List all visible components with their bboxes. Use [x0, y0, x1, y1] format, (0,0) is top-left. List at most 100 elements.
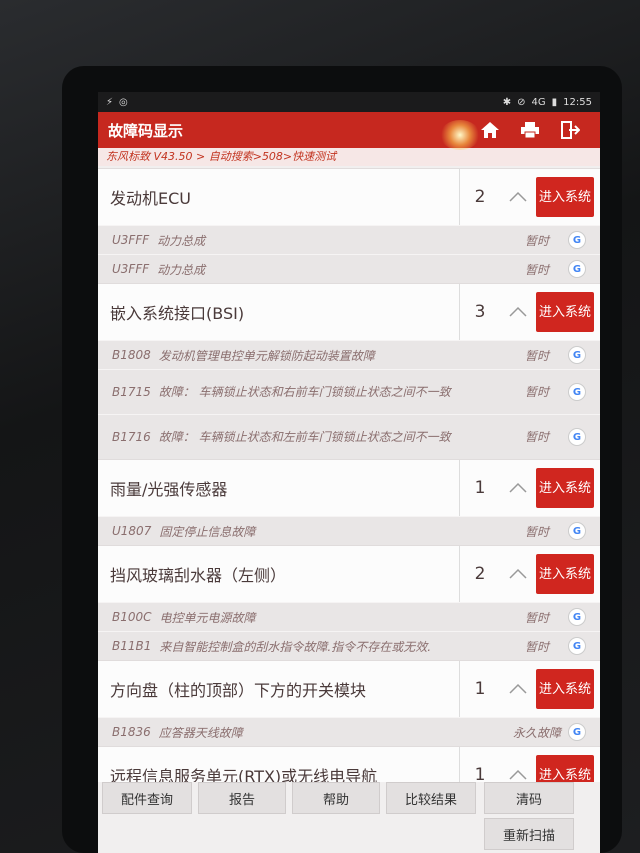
- system-name: 雨量/光强传感器: [110, 480, 228, 499]
- bluetooth-icon: ✱: [502, 96, 512, 108]
- google-search-icon[interactable]: G: [568, 231, 586, 249]
- enter-system-button[interactable]: 进入系统: [536, 554, 594, 594]
- dtc-code: B1808: [112, 348, 151, 362]
- fault-count: 1: [459, 661, 500, 717]
- bottom-toolbar: 配件查询 报告 帮助 比较结果 清码 重新扫描: [98, 782, 600, 853]
- dtc-code: U3FFF: [112, 233, 150, 247]
- report-button[interactable]: 报告: [198, 782, 286, 814]
- enter-system-button[interactable]: 进入系统: [536, 468, 594, 508]
- dtc-description: 电控单元电源故障: [159, 610, 256, 625]
- collapse-button[interactable]: [500, 284, 536, 340]
- dtc-description: 动力总成: [157, 233, 206, 248]
- collapse-button[interactable]: [500, 747, 536, 782]
- exit-button[interactable]: [550, 117, 590, 143]
- fault-count: 1: [459, 460, 500, 516]
- dtc-code: U1807: [112, 524, 152, 538]
- google-search-icon[interactable]: G: [568, 608, 586, 626]
- google-search-icon[interactable]: G: [568, 637, 586, 655]
- dtc-code: B1836: [112, 725, 151, 739]
- settings-icon: ◎: [119, 96, 128, 108]
- dtc-description: 动力总成: [157, 262, 206, 277]
- collapse-button[interactable]: [500, 546, 536, 602]
- dtc-description: 应答器天线故障: [158, 725, 243, 740]
- dtc-status: 暂时: [524, 348, 549, 363]
- google-search-icon[interactable]: G: [568, 383, 586, 401]
- dtc-row: B1836 应答器天线故障 永久故障 G: [98, 717, 600, 746]
- chevron-up-icon: [509, 482, 527, 493]
- dtc-row: B11B1 来自智能控制盒的刮水指令故障.指令不存在或无效. 暂时 G: [98, 631, 600, 660]
- battery-icon: ▮: [551, 96, 558, 108]
- enter-system-button[interactable]: 进入系统: [536, 177, 594, 217]
- title-bar: 故障码显示: [98, 112, 600, 148]
- parts-query-button[interactable]: 配件查询: [102, 782, 192, 814]
- chevron-up-icon: [509, 191, 527, 202]
- signal-type: 4G: [531, 96, 546, 108]
- dtc-status: 暂时: [524, 262, 549, 277]
- enter-system-button[interactable]: 进入系统: [536, 669, 594, 709]
- collapse-button[interactable]: [500, 460, 536, 516]
- dtc-status: 暂时: [524, 610, 549, 625]
- clock: 12:55: [563, 96, 592, 108]
- print-button[interactable]: [510, 117, 550, 143]
- enter-system-button[interactable]: 进入系统: [536, 292, 594, 332]
- system-row[interactable]: 方向盘（柱的顶部）下方的开关模块 1 进入系统: [98, 660, 600, 717]
- dtc-status: 暂时: [524, 429, 549, 444]
- chevron-up-icon: [509, 769, 527, 780]
- status-bar: ⚡ ◎ ✱ ⊘ 4G ▮ 12:55: [98, 92, 600, 112]
- fault-count: 2: [459, 169, 500, 225]
- dtc-code: B100C: [112, 610, 152, 624]
- dtc-row: U3FFF 动力总成 暂时 G: [98, 254, 600, 283]
- rescan-button[interactable]: 重新扫描: [484, 818, 574, 850]
- dtc-status: 永久故障: [512, 725, 561, 740]
- system-row[interactable]: 发动机ECU 2 进入系统: [98, 168, 600, 225]
- system-row[interactable]: 挡风玻璃刮水器（左侧） 2 进入系统: [98, 545, 600, 602]
- dtc-row: B100C 电控单元电源故障 暂时 G: [98, 602, 600, 631]
- exit-icon: [561, 121, 580, 139]
- google-search-icon[interactable]: G: [568, 346, 586, 364]
- page-title: 故障码显示: [108, 121, 184, 140]
- enter-system-button[interactable]: 进入系统: [536, 755, 594, 782]
- usb-icon: ⚡: [106, 96, 114, 108]
- google-search-icon[interactable]: G: [568, 522, 586, 540]
- tablet-screen: ⚡ ◎ ✱ ⊘ 4G ▮ 12:55 故障码显示 东风标致 V43.50 > 自…: [98, 92, 600, 853]
- breadcrumb: 东风标致 V43.50 > 自动搜索>508>快速测试: [98, 148, 600, 166]
- system-name: 方向盘（柱的顶部）下方的开关模块: [110, 681, 367, 700]
- dtc-description: 故障： 车辆锁止状态和右前车门锁锁止状态之间不一致: [158, 384, 451, 399]
- system-row[interactable]: 嵌入系统接口(BSI) 3 进入系统: [98, 283, 600, 340]
- collapse-button[interactable]: [500, 661, 536, 717]
- dtc-description: 来自智能控制盒的刮水指令故障.指令不存在或无效.: [159, 639, 432, 654]
- dtc-status: 暂时: [524, 384, 549, 399]
- dtc-code: U3FFF: [112, 262, 150, 276]
- chevron-up-icon: [509, 683, 527, 694]
- chevron-up-icon: [509, 568, 527, 579]
- dtc-status: 暂时: [524, 524, 549, 539]
- dtc-code: B1715: [112, 384, 151, 399]
- help-button[interactable]: 帮助: [292, 782, 380, 814]
- dtc-status: 暂时: [524, 233, 549, 248]
- clear-codes-button[interactable]: 清码: [484, 782, 574, 814]
- system-name: 发动机ECU: [110, 189, 191, 208]
- fault-count: 1: [459, 747, 500, 782]
- dtc-status: 暂时: [524, 639, 549, 654]
- dtc-description: 发动机管理电控单元解锁防起动装置故障: [158, 348, 375, 363]
- dtc-code: B11B1: [112, 639, 152, 653]
- mute-icon: ⊘: [517, 96, 526, 108]
- dtc-row: U1807 固定停止信息故障 暂时 G: [98, 516, 600, 545]
- home-icon: [481, 122, 499, 138]
- google-search-icon[interactable]: G: [568, 723, 586, 741]
- google-search-icon[interactable]: G: [568, 428, 586, 446]
- fault-count: 3: [459, 284, 500, 340]
- dtc-description: 故障： 车辆锁止状态和左前车门锁锁止状态之间不一致: [158, 429, 451, 444]
- fault-count: 2: [459, 546, 500, 602]
- system-name: 挡风玻璃刮水器（左侧）: [110, 566, 287, 585]
- fault-code-list[interactable]: 发动机ECU 2 进入系统 U3FFF 动力总成 暂时 G U3FFF 动力总成…: [98, 168, 600, 782]
- system-row[interactable]: 远程信息服务单元(RTX)或无线电导航 1 进入系统: [98, 746, 600, 782]
- compare-results-button[interactable]: 比较结果: [386, 782, 476, 814]
- dtc-row: U3FFF 动力总成 暂时 G: [98, 225, 600, 254]
- system-row[interactable]: 雨量/光强传感器 1 进入系统: [98, 459, 600, 516]
- light-glare: [440, 120, 480, 150]
- collapse-button[interactable]: [500, 169, 536, 225]
- dtc-row: B1715 故障： 车辆锁止状态和右前车门锁锁止状态之间不一致 暂时 G: [98, 369, 600, 414]
- chevron-up-icon: [509, 306, 527, 317]
- google-search-icon[interactable]: G: [568, 260, 586, 278]
